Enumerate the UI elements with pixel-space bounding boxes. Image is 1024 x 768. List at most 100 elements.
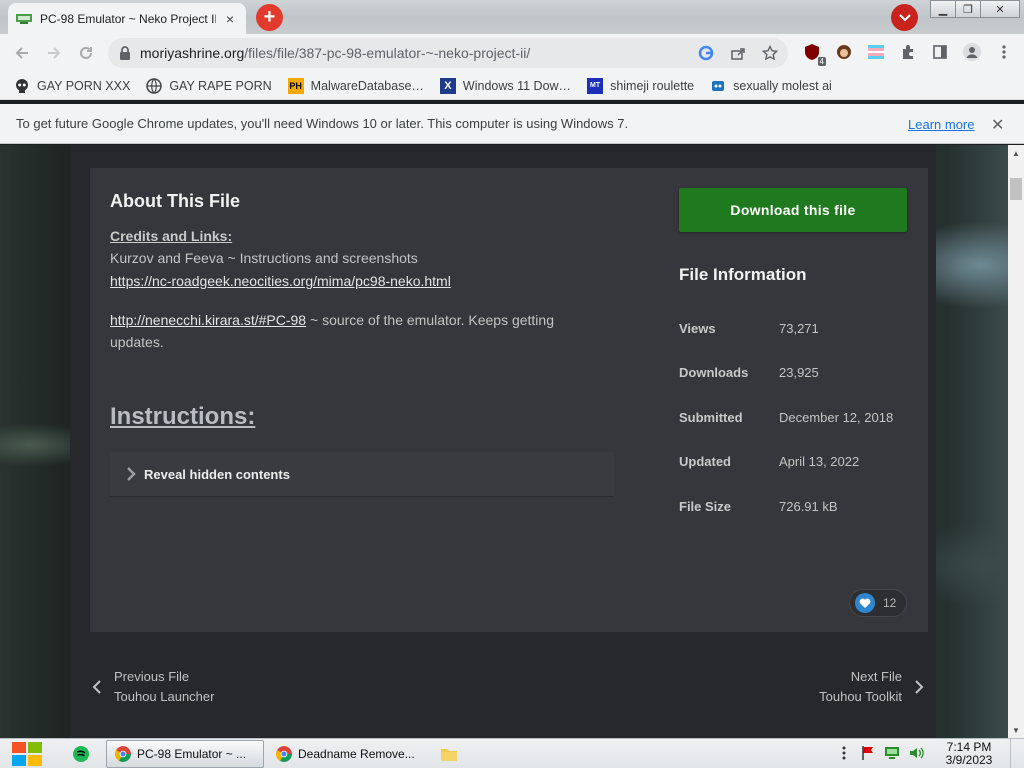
trans-flag-extension-icon[interactable] <box>866 42 886 62</box>
minimize-button[interactable]: ▁ <box>930 0 956 18</box>
kebab-menu-icon[interactable] <box>994 42 1014 62</box>
taskbar-chrome-window[interactable]: PC-98 Emulator ~ ... <box>106 740 264 768</box>
chrome-icon <box>115 746 131 762</box>
close-window-button[interactable]: ✕ <box>980 0 1020 18</box>
bookmark-label: shimeji roulette <box>610 78 695 93</box>
like-button[interactable]: 12 <box>849 589 907 617</box>
ph-icon: PH <box>287 77 304 94</box>
globe-icon <box>146 77 163 94</box>
bookmark-item[interactable]: PH MalwareDatabase… <box>287 77 424 94</box>
extensions-area: 4 <box>802 42 1014 66</box>
file-info-label: Views <box>679 320 716 336</box>
omnibox-actions <box>696 43 780 63</box>
tab-title: PC-98 Emulator ~ Neko Project II <box>40 11 216 26</box>
maximize-button[interactable]: ❐ <box>955 0 981 18</box>
side-panel-icon[interactable] <box>930 42 950 62</box>
bookmark-item[interactable]: GAY RAPE PORN <box>146 77 272 94</box>
tab-search-button[interactable] <box>891 4 918 31</box>
scroll-down-arrow-icon[interactable]: ▼ <box>1008 722 1024 738</box>
page-viewport: About This File Credits and Links: Kurzo… <box>0 145 1008 738</box>
heart-icon <box>855 593 875 613</box>
skull-icon <box>14 78 30 94</box>
network-icon[interactable] <box>884 745 900 761</box>
tab-close-icon[interactable]: × <box>222 11 238 27</box>
task-label: Deadname Remove... <box>298 747 415 761</box>
lock-icon <box>120 46 130 60</box>
prev-caption: Previous File <box>114 669 190 684</box>
source-paragraph: http://nenecchi.kirara.st/#PC-98 ~ sourc… <box>110 309 610 353</box>
new-tab-button[interactable]: + <box>256 4 283 31</box>
arrow-left-icon <box>15 47 28 59</box>
bookmark-item[interactable]: X Windows 11 Dow… <box>439 77 571 94</box>
file-info-row: File Size 726.91 kB <box>679 484 907 528</box>
bookmark-star-icon[interactable] <box>760 43 780 63</box>
volume-icon[interactable] <box>908 745 924 761</box>
bookmarks-bar: GAY PORN XXX GAY RAPE PORN PH MalwareDat… <box>0 72 1024 100</box>
chevron-right-icon <box>127 467 136 481</box>
infobar-message: To get future Google Chrome updates, you… <box>16 116 629 131</box>
learn-more-link[interactable]: Learn more <box>908 117 974 132</box>
file-info-value: 23,925 <box>779 364 819 380</box>
file-info-label: File Size <box>679 498 732 514</box>
file-explorer-icon[interactable] <box>438 743 460 765</box>
file-info-value: 73,271 <box>779 320 819 336</box>
download-button[interactable]: Download this file <box>679 188 907 232</box>
update-infobar: To get future Google Chrome updates, you… <box>0 104 1024 144</box>
bookmark-item[interactable]: MT shimeji roulette <box>587 77 695 94</box>
clock-date: 3/9/2023 <box>945 753 993 767</box>
pinned-app-icon[interactable] <box>70 743 92 765</box>
previous-file-link[interactable]: Previous File Touhou Launcher <box>90 667 214 707</box>
prev-text: Previous File Touhou Launcher <box>114 667 214 707</box>
url-host: moriyashrine.org <box>140 45 245 61</box>
taskbar-chrome-window[interactable]: Deadname Remove... <box>268 740 424 768</box>
puzzle-extensions-icon[interactable] <box>898 42 918 62</box>
about-title: About This File <box>110 191 240 211</box>
taskbar-clock[interactable]: 7:14 PM 3/9/2023 <box>940 741 998 767</box>
action-center-flag-icon[interactable] <box>860 745 876 761</box>
tab-active[interactable]: PC-98 Emulator ~ Neko Project II × <box>8 3 246 34</box>
show-desktop-button[interactable] <box>1010 739 1024 768</box>
x-icon: X <box>439 77 456 94</box>
bot-icon <box>710 78 726 94</box>
bookmark-label: sexually molest ai <box>733 78 832 93</box>
avatar-extension-icon[interactable] <box>834 42 854 62</box>
reveal-hidden-contents[interactable]: Reveal hidden contents <box>110 452 614 497</box>
start-button[interactable] <box>10 740 44 768</box>
bookmark-label: GAY RAPE PORN <box>169 78 272 93</box>
infobar-close-icon[interactable]: ✕ <box>991 115 1004 135</box>
page-scrollbar[interactable]: ▲ ▼ <box>1008 145 1024 738</box>
tab-strip: PC-98 Emulator ~ Neko Project II × + ▁ ❐… <box>0 0 1024 34</box>
ublock-origin-icon[interactable]: 4 <box>802 42 826 66</box>
address-bar[interactable]: moriyashrine.org/files/file/387-pc-98-em… <box>108 38 788 68</box>
file-info-value: April 13, 2022 <box>779 453 860 469</box>
forward-button[interactable] <box>44 43 64 63</box>
reload-button[interactable] <box>76 43 96 63</box>
next-text: Next File Touhou Toolkit <box>819 667 902 707</box>
like-count: 12 <box>883 596 897 610</box>
nenecchi-link[interactable]: http://nenecchi.kirara.st/#PC-98 <box>110 312 306 328</box>
chrome-icon <box>276 746 292 762</box>
google-lens-icon[interactable] <box>696 43 716 63</box>
scroll-up-arrow-icon[interactable]: ▲ <box>1008 145 1024 161</box>
file-info-label: Updated <box>679 453 731 469</box>
back-button[interactable] <box>12 43 32 63</box>
next-file-link[interactable]: Next File Touhou Toolkit <box>819 667 926 707</box>
next-title: Touhou Toolkit <box>819 689 902 704</box>
extension-badge: 4 <box>817 57 826 66</box>
chevron-left-icon <box>92 680 101 694</box>
share-icon[interactable] <box>728 43 748 63</box>
neocities-link[interactable]: https://nc-roadgeek.neocities.org/mima/p… <box>110 273 451 289</box>
scroll-thumb[interactable] <box>1010 178 1022 200</box>
file-info-title: File Information <box>679 265 807 284</box>
arrow-right-icon <box>48 47 61 59</box>
reload-icon <box>80 46 92 59</box>
file-info-row: Views 73,271 <box>679 306 907 350</box>
credits-heading: Credits and Links: <box>110 228 233 244</box>
profile-avatar-icon[interactable] <box>962 42 982 62</box>
tray-overflow-icon[interactable] <box>836 745 852 761</box>
file-info-row: Submitted December 12, 2018 <box>679 395 907 439</box>
chevron-right-icon <box>915 680 924 694</box>
bookmark-item[interactable]: GAY PORN XXX <box>14 78 130 94</box>
mt-icon: MT <box>587 77 604 94</box>
bookmark-item[interactable]: sexually molest ai <box>710 78 832 94</box>
